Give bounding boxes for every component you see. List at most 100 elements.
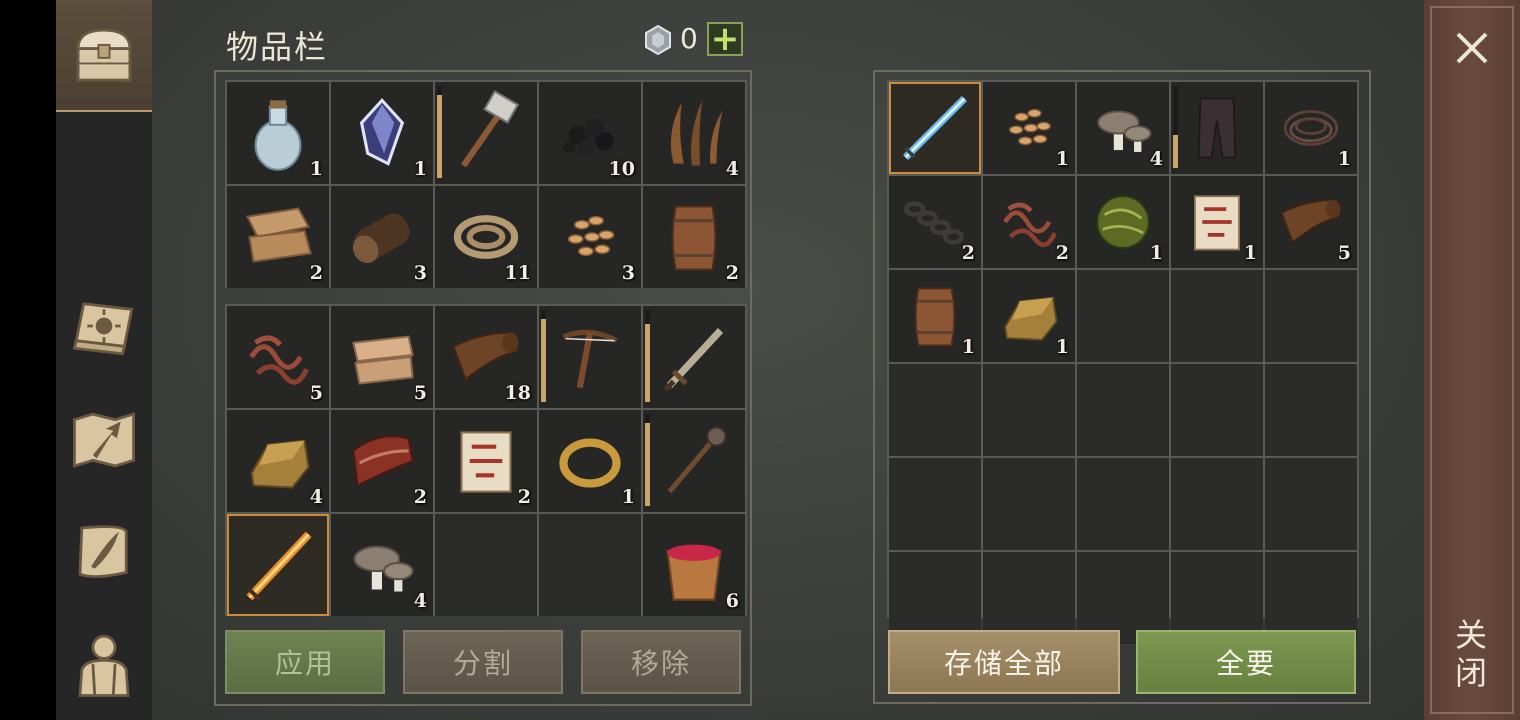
- empty-slot[interactable]: [435, 514, 537, 616]
- item-quantity: 1: [309, 158, 323, 180]
- take-all-button[interactable]: 全要: [1136, 630, 1356, 694]
- empty-slot[interactable]: [983, 364, 1075, 456]
- item-slot-fabric[interactable]: 2: [227, 186, 329, 288]
- item-slot-sword[interactable]: [643, 306, 745, 408]
- item-slot-worms[interactable]: 5: [227, 306, 329, 408]
- split-button[interactable]: 分割: [403, 630, 563, 694]
- scroll-feather-icon[interactable]: [62, 510, 146, 594]
- item-slot-crossbow[interactable]: [539, 306, 641, 408]
- item-slot-cloth-roll[interactable]: 5: [331, 306, 433, 408]
- item-quantity: 3: [413, 262, 427, 284]
- item-quantity: 2: [725, 262, 739, 284]
- item-quantity: 5: [1337, 242, 1351, 264]
- item-slot-pants[interactable]: [1171, 82, 1263, 174]
- sword-icon: [663, 328, 724, 392]
- durability-bar: [437, 86, 442, 178]
- close-panel[interactable]: [1424, 0, 1520, 720]
- empty-slot[interactable]: [1077, 364, 1169, 456]
- item-slot-log[interactable]: 3: [331, 186, 433, 288]
- character-icon[interactable]: [62, 622, 146, 706]
- inventory-title: 物品栏: [226, 28, 329, 66]
- item-slot-crystal[interactable]: 1: [331, 82, 433, 184]
- mace-icon: [667, 426, 727, 494]
- item-slot-fire-sword[interactable]: [227, 514, 329, 616]
- item-slot-worms[interactable]: 2: [983, 176, 1075, 268]
- empty-slot[interactable]: [1265, 458, 1357, 550]
- durability-bar: [645, 310, 650, 402]
- item-quantity: 1: [1055, 336, 1069, 358]
- item-quantity: 1: [1149, 242, 1163, 264]
- item-slot-stone-hammer[interactable]: [435, 82, 537, 184]
- fire-sword-icon: [246, 531, 312, 602]
- item-slot-mace[interactable]: [643, 410, 745, 512]
- chest-icon[interactable]: [62, 14, 146, 98]
- sun-book-icon[interactable]: [62, 284, 146, 368]
- item-slot-meat[interactable]: 2: [331, 410, 433, 512]
- item-quantity: 6: [725, 590, 739, 612]
- item-quantity: 1: [961, 336, 975, 358]
- add-currency-button[interactable]: +: [707, 22, 743, 56]
- item-slot-seeds[interactable]: 1: [983, 82, 1075, 174]
- item-slot-ice-sword[interactable]: [889, 82, 981, 174]
- item-slot-coal[interactable]: 10: [539, 82, 641, 184]
- item-slot-ingot[interactable]: 4: [227, 410, 329, 512]
- ice-sword-icon: [902, 95, 968, 161]
- item-quantity: 2: [413, 486, 427, 508]
- gem-count: 0: [680, 22, 698, 55]
- durability-bar: [645, 414, 650, 506]
- item-slot-gold-ring[interactable]: 1: [539, 410, 641, 512]
- item-quantity: 4: [725, 158, 739, 180]
- item-slot-water-bottle[interactable]: 1: [227, 82, 329, 184]
- empty-slot[interactable]: [539, 514, 641, 616]
- item-slot-ingot[interactable]: 1: [983, 270, 1075, 362]
- item-slot-berry-bucket[interactable]: 6: [643, 514, 745, 616]
- item-slot-mushrooms[interactable]: 4: [1077, 82, 1169, 174]
- item-slot-rope[interactable]: 11: [435, 186, 537, 288]
- backpack-grid: 5 5 18 4 2 2 1 4 6: [225, 304, 747, 616]
- item-quantity: 2: [517, 486, 531, 508]
- store-all-button[interactable]: 存储全部: [888, 630, 1120, 694]
- gem-icon: [645, 24, 671, 56]
- item-slot-mushrooms[interactable]: 4: [331, 514, 433, 616]
- item-slot-chain[interactable]: 2: [889, 176, 981, 268]
- item-slot-barrel[interactable]: 2: [643, 186, 745, 288]
- item-quantity: 5: [309, 382, 323, 404]
- item-slot-grass-ball[interactable]: 1: [1077, 176, 1169, 268]
- empty-slot[interactable]: [889, 458, 981, 550]
- apply-button[interactable]: 应用: [225, 630, 385, 694]
- item-slot-leather[interactable]: 18: [435, 306, 537, 408]
- empty-slot[interactable]: [1171, 364, 1263, 456]
- empty-slot[interactable]: [889, 364, 981, 456]
- item-quantity: 11: [504, 262, 531, 284]
- empty-slot[interactable]: [1171, 458, 1263, 550]
- item-slot-dried-leaves[interactable]: 4: [643, 82, 745, 184]
- item-quantity: 5: [413, 382, 427, 404]
- item-quantity: 1: [1243, 242, 1257, 264]
- item-quantity: 3: [621, 262, 635, 284]
- quick-slots-grid: 1 1 10 4 2 3 11 3 2: [225, 80, 747, 288]
- item-quantity: 18: [504, 382, 531, 404]
- game-screen: 物品栏 0 + 1 1 10 4 2 3 11 3 2 5 5 18 4 2 2 1 4 6 141221151…: [0, 0, 1520, 720]
- item-quantity: 2: [961, 242, 975, 264]
- item-slot-recipe-scroll[interactable]: 2: [435, 410, 537, 512]
- close-label[interactable]: 关闭: [1450, 618, 1492, 694]
- empty-slot[interactable]: [1077, 458, 1169, 550]
- empty-slot[interactable]: [1171, 270, 1263, 362]
- durability-bar: [541, 310, 546, 402]
- storage-grid: 1 4 1 2 2 1 1 5 1 1: [887, 80, 1359, 644]
- empty-slot[interactable]: [1265, 270, 1357, 362]
- item-quantity: 1: [621, 486, 635, 508]
- close-icon[interactable]: [1448, 24, 1496, 72]
- item-quantity: 2: [309, 262, 323, 284]
- item-slot-leather[interactable]: 5: [1265, 176, 1357, 268]
- item-slot-seeds[interactable]: 3: [539, 186, 641, 288]
- remove-button[interactable]: 移除: [581, 630, 741, 694]
- empty-slot[interactable]: [983, 458, 1075, 550]
- map-arrow-icon[interactable]: [62, 398, 146, 482]
- item-slot-recipe-scroll[interactable]: 1: [1171, 176, 1263, 268]
- empty-slot[interactable]: [1265, 364, 1357, 456]
- item-slot-wire[interactable]: 1: [1265, 82, 1357, 174]
- plus-icon: +: [710, 19, 740, 59]
- empty-slot[interactable]: [1077, 270, 1169, 362]
- item-slot-barrel[interactable]: 1: [889, 270, 981, 362]
